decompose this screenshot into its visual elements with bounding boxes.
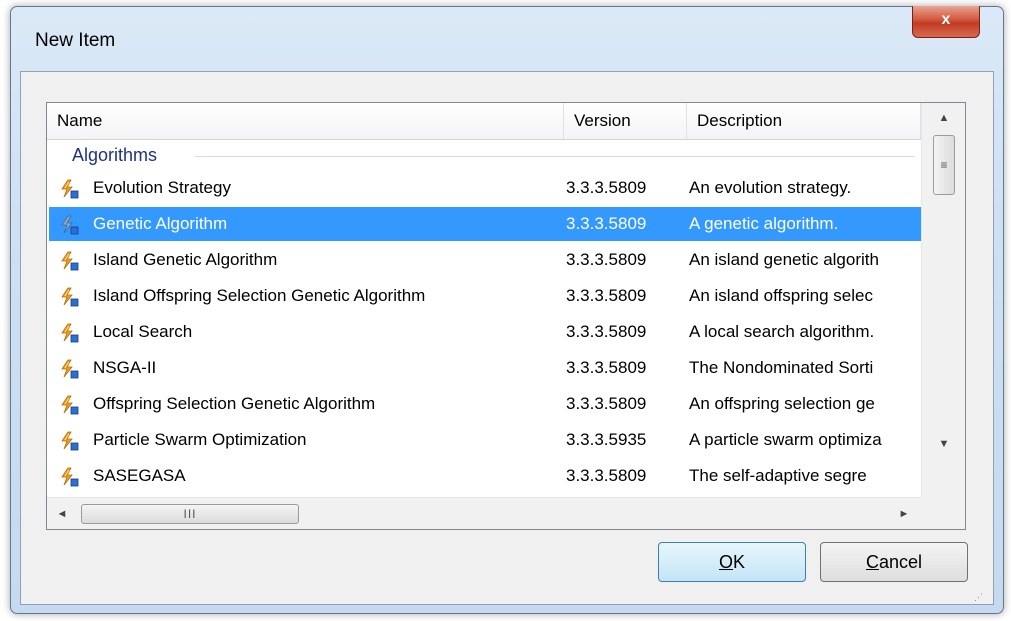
scroll-right-arrow-icon[interactable]: ► <box>889 498 919 529</box>
row-description: A local search algorithm. <box>689 322 875 341</box>
cancel-label-rest: ancel <box>878 552 923 572</box>
ok-accelerator: O <box>718 552 733 572</box>
column-header-version[interactable]: Version <box>564 103 687 139</box>
table-row[interactable]: NSGA-II 3.3.3.5809 The Nondominated Sorti <box>49 351 921 385</box>
vertical-scroll-thumb[interactable]: ≡ <box>933 135 955 195</box>
table-row[interactable]: Island Genetic Algorithm 3.3.3.5809 An isl… <box>49 243 921 277</box>
close-icon: x <box>941 11 951 28</box>
close-button[interactable]: x <box>912 6 980 38</box>
row-version: 3.3.3.5809 <box>566 358 647 377</box>
group-header-algorithms: Algorithms <box>47 141 921 169</box>
row-description: A particle swarm optimiza <box>689 430 882 449</box>
row-version: 3.3.3.5809 <box>566 394 647 413</box>
dialog-title: New Item <box>35 30 116 51</box>
row-version: 3.3.3.5809 <box>566 250 647 269</box>
table-row[interactable]: Local Search 3.3.3.5809 A local search alg… <box>49 315 921 349</box>
row-description: The self-adaptive segre <box>689 466 867 485</box>
row-name: Island Offspring Selection Genetic Algor… <box>93 286 426 305</box>
cancel-accelerator: C <box>865 552 879 572</box>
algorithm-lightning-icon <box>59 467 79 487</box>
row-name: Offspring Selection Genetic Algorithm <box>93 394 376 413</box>
scroll-down-arrow-icon[interactable]: ▼ <box>922 429 965 459</box>
algorithm-lightning-icon <box>59 431 79 451</box>
table-row[interactable]: Evolution Strategy 3.3.3.5809 An evolution… <box>49 171 921 205</box>
algorithm-lightning-icon <box>59 215 79 235</box>
ok-button[interactable]: OK <box>658 542 806 582</box>
table-row[interactable]: Particle Swarm Optimization 3.3.3.5935 A p… <box>49 423 921 457</box>
cancel-button[interactable]: Cancel <box>820 542 968 582</box>
resize-grip-icon[interactable]: ⋰ <box>974 590 988 604</box>
algorithm-lightning-icon <box>59 251 79 271</box>
row-name: NSGA-II <box>93 358 157 377</box>
row-version: 3.3.3.5809 <box>566 178 647 197</box>
row-description: An island genetic algorith <box>689 250 879 269</box>
column-header-name[interactable]: Name <box>47 103 564 139</box>
algorithm-lightning-icon <box>59 287 79 307</box>
table-row[interactable]: SASEGASA 3.3.3.5809 The self-adaptive segr… <box>49 459 921 493</box>
horizontal-scroll-thumb[interactable]: III <box>81 504 299 524</box>
row-version: 3.3.3.5809 <box>566 322 647 341</box>
horizontal-scrollbar[interactable]: ◄ III ► <box>47 497 921 529</box>
scroll-left-arrow-icon[interactable]: ◄ <box>47 498 77 529</box>
row-description: A genetic algorithm. <box>689 214 839 233</box>
ok-label-rest: K <box>733 552 746 572</box>
row-version: 3.3.3.5809 <box>566 466 647 485</box>
row-description: An island offspring selec <box>689 286 873 305</box>
row-description: The Nondominated Sorti <box>689 358 874 377</box>
algorithm-lightning-icon <box>59 179 79 199</box>
row-description: An evolution strategy. <box>689 178 852 197</box>
table-row[interactable]: Island Offspring Selection Genetic Algor… <box>49 279 921 313</box>
row-version: 3.3.3.5809 <box>566 214 647 233</box>
row-name: Island Genetic Algorithm <box>93 250 278 269</box>
algorithm-lightning-icon <box>59 395 79 415</box>
row-name: Particle Swarm Optimization <box>93 430 307 449</box>
list-header: Name Version Description <box>47 103 921 140</box>
column-header-description[interactable]: Description <box>687 103 921 139</box>
row-name: Genetic Algorithm <box>93 214 228 233</box>
row-version: 3.3.3.5809 <box>566 286 647 305</box>
row-name: SASEGASA <box>93 466 186 485</box>
vertical-scrollbar[interactable]: ▲ ≡ ▼ <box>921 103 965 497</box>
group-label: Algorithms <box>72 145 158 165</box>
row-version: 3.3.3.5935 <box>566 430 647 449</box>
row-name: Local Search <box>93 322 193 341</box>
scroll-up-arrow-icon[interactable]: ▲ <box>922 103 965 133</box>
group-divider <box>195 156 915 157</box>
items-list-view[interactable]: Name Version Description Algorithms Evol… <box>46 102 966 530</box>
row-description: An offspring selection ge <box>689 394 875 413</box>
scrollbar-corner <box>921 497 965 529</box>
algorithm-lightning-icon <box>59 359 79 379</box>
algorithm-lightning-icon <box>59 323 79 343</box>
table-row[interactable]: Genetic Algorithm 3.3.3.5809 A genetic alg… <box>49 207 921 241</box>
row-name: Evolution Strategy <box>93 178 231 197</box>
table-row[interactable]: Offspring Selection Genetic Algorithm 3.3… <box>49 387 921 421</box>
